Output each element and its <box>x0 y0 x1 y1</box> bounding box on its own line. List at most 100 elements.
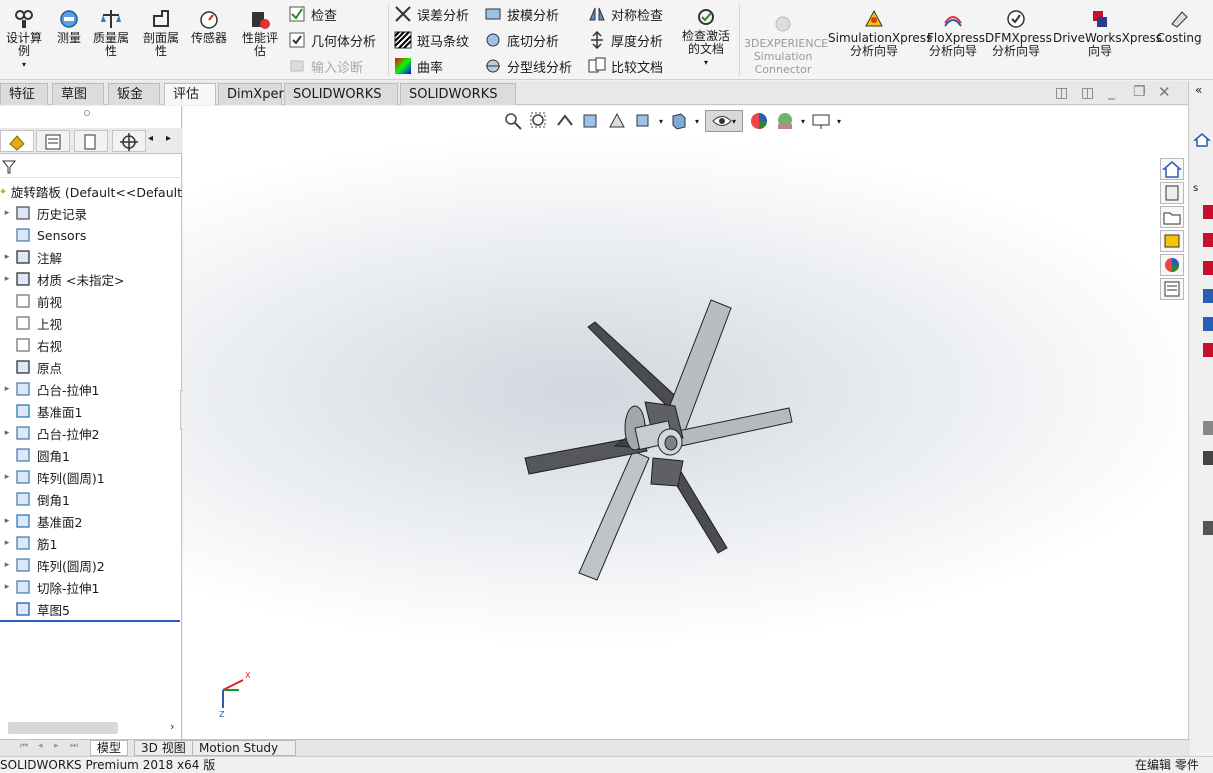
close-icon[interactable]: ✕ <box>1158 83 1171 101</box>
zebra-stripes-button[interactable]: 斑马条纹 <box>394 30 469 50</box>
tab-3d-views[interactable]: 3D 视图 <box>134 740 193 756</box>
mass-properties-button[interactable]: 质量属性 <box>90 8 132 58</box>
tile-icon[interactable]: ◫ <box>1081 85 1094 101</box>
measure-button[interactable]: 测量 <box>54 8 84 45</box>
blue-item-icon[interactable] <box>1203 317 1213 331</box>
geometry-analysis-button[interactable]: 几何体分析 <box>288 30 376 50</box>
solidworks-resources-tab[interactable] <box>1160 158 1184 180</box>
design-study-button[interactable]: 设计算例 ▾ <box>4 8 44 71</box>
tree-item[interactable]: ▸ 材质 <未指定> <box>0 268 182 290</box>
rollback-bar[interactable] <box>0 620 180 622</box>
tab-features[interactable]: 特征 <box>0 83 48 105</box>
compare-documents-button[interactable]: 比较文档 <box>588 56 663 76</box>
expand-arrow-icon[interactable]: ▸ <box>0 428 14 438</box>
filter-icon[interactable] <box>2 160 16 174</box>
expand-arrow-icon[interactable]: ▸ <box>0 384 14 394</box>
view-palette-tab[interactable] <box>1160 230 1184 252</box>
expand-arrow-icon[interactable]: ▸ <box>0 208 14 218</box>
section-properties-button[interactable]: 剖面属性 <box>140 8 182 58</box>
tab-nav-last-icon[interactable]: ⏭ <box>70 741 78 751</box>
tab-dimxpert[interactable]: DimXpert <box>218 83 289 105</box>
expand-arrow-icon[interactable]: ▸ <box>0 560 14 570</box>
tree-root[interactable]: 旋转踏板 (Default<<Default <box>0 180 182 202</box>
red-item-icon[interactable] <box>1203 343 1213 357</box>
expand-arrow-icon[interactable]: ▸ <box>0 274 14 284</box>
expand-arrow-icon[interactable]: ▸ <box>0 252 14 262</box>
expand-arrow-icon[interactable]: ▸ <box>0 538 14 548</box>
collapse-task-pane-icon[interactable]: « <box>1195 83 1202 97</box>
tab-sketch[interactable]: 草图 <box>52 83 104 105</box>
tree-item[interactable]: ▸ 切除-拉伸1 <box>0 576 182 598</box>
simulationxpress-button[interactable]: SimulationXpress 分析向导 <box>828 8 932 58</box>
file-explorer-tab[interactable] <box>1160 206 1184 228</box>
chevron-down-icon[interactable]: ▾ <box>22 58 26 71</box>
tree-item[interactable]: ▸ 筋1 <box>0 532 182 554</box>
tab-nav-first-icon[interactable]: ⏮ <box>20 741 28 751</box>
tab-solidworks-mbd[interactable]: SOLIDWORKS MBD <box>400 83 516 123</box>
tree-item[interactable]: 圆角1 <box>0 444 182 466</box>
undercut-analysis-button[interactable]: 底切分析 <box>484 30 559 50</box>
driveworksxpress-button[interactable]: DriveWorksXpress 向导 <box>1052 8 1162 58</box>
deviation-analysis-button[interactable]: 误差分析 <box>394 4 469 24</box>
tree-item[interactable]: 基准面1 <box>0 400 182 422</box>
tree-item[interactable]: ▸ 凸台-拉伸2 <box>0 422 182 444</box>
graphics-area[interactable]: ▾ ▾ ▾ ▾ ▾ X Z <box>183 106 1188 739</box>
floxpress-button[interactable]: FloXpress 分析向导 <box>926 8 985 58</box>
tree-item[interactable]: ▸ 历史记录 <box>0 202 182 224</box>
gray-item-icon[interactable] <box>1203 421 1213 435</box>
tab-model[interactable]: 模型 <box>90 740 129 756</box>
draft-analysis-button[interactable]: 拔模分析 <box>484 4 559 24</box>
check-button[interactable]: 检查 <box>288 4 337 24</box>
panel-grip[interactable] <box>84 110 90 116</box>
tab-nav-prev-icon[interactable]: ◂ <box>38 741 43 751</box>
symmetry-check-button[interactable]: 对称检查 <box>588 4 663 24</box>
curvature-button[interactable]: 曲率 <box>394 56 443 76</box>
tree-item[interactable]: ▸ 基准面2 <box>0 510 182 532</box>
red-item-icon[interactable] <box>1203 233 1213 247</box>
tree-item[interactable]: ▸ 阵列(圆周)2 <box>0 554 182 576</box>
tab-solidworks-addins[interactable]: SOLIDWORKS 插件 <box>284 83 398 123</box>
design-library-tab[interactable] <box>1160 182 1184 204</box>
restore-icon[interactable]: ◫ <box>1055 85 1068 101</box>
tab-property-manager[interactable] <box>36 130 70 152</box>
sensor-button[interactable]: 传感器 <box>188 8 230 45</box>
simulation-connector-button[interactable]: 3DEXPERIENCE Simulation Connector <box>744 14 828 76</box>
tree-item[interactable]: 倒角1 <box>0 488 182 510</box>
part-model[interactable] <box>183 106 1188 739</box>
tree-item[interactable]: 草图5 <box>0 598 182 620</box>
dfmxpress-button[interactable]: DFMXpress 分析向导 <box>984 8 1052 58</box>
tree-item[interactable]: Sensors <box>0 224 182 246</box>
tree-item[interactable]: 原点 <box>0 356 182 378</box>
maximize-icon[interactable]: ❐ <box>1133 84 1146 100</box>
expand-arrow-icon[interactable]: ▸ <box>0 582 14 592</box>
red-item-icon[interactable] <box>1203 205 1213 219</box>
expand-arrow-icon[interactable]: ▸ <box>0 472 14 482</box>
tab-motion-study-1[interactable]: Motion Study 1 <box>192 740 296 770</box>
tab-configuration-manager[interactable] <box>74 130 108 152</box>
chevron-right-icon[interactable]: ▸ <box>166 133 171 144</box>
gray-item-icon[interactable] <box>1203 451 1213 465</box>
tree-item[interactable]: ▸ 注解 <box>0 246 182 268</box>
gray-item-icon[interactable] <box>1203 521 1213 535</box>
tab-evaluate[interactable]: 评估 <box>164 83 216 105</box>
scroll-right-icon[interactable]: › <box>170 720 174 733</box>
import-diagnostics-button[interactable]: 输入诊断 <box>288 56 363 76</box>
check-active-document-button[interactable]: 检查激活的文档 ▾ <box>678 6 734 69</box>
tree-item[interactable]: 前视 <box>0 290 182 312</box>
chevron-left-icon[interactable]: ◂ <box>148 133 153 144</box>
tab-dimxpert-manager[interactable] <box>112 130 146 152</box>
tree-item[interactable]: 右视 <box>0 334 182 356</box>
tree-item[interactable]: ▸ 阵列(圆周)1 <box>0 466 182 488</box>
minimize-icon[interactable]: _ <box>1108 84 1115 100</box>
tab-nav-next-icon[interactable]: ▸ <box>54 741 59 751</box>
blue-item-icon[interactable] <box>1203 289 1213 303</box>
horizontal-scrollbar[interactable] <box>8 722 118 734</box>
red-item-icon[interactable] <box>1203 261 1213 275</box>
home-icon[interactable] <box>1193 131 1211 149</box>
appearances-tab[interactable] <box>1160 254 1184 276</box>
custom-properties-tab[interactable] <box>1160 278 1184 300</box>
performance-eval-button[interactable]: 性能评估 <box>238 8 282 58</box>
tree-item[interactable]: 上视 <box>0 312 182 334</box>
parting-line-analysis-button[interactable]: 分型线分析 <box>484 56 572 76</box>
costing-button[interactable]: Costing <box>1154 8 1204 45</box>
